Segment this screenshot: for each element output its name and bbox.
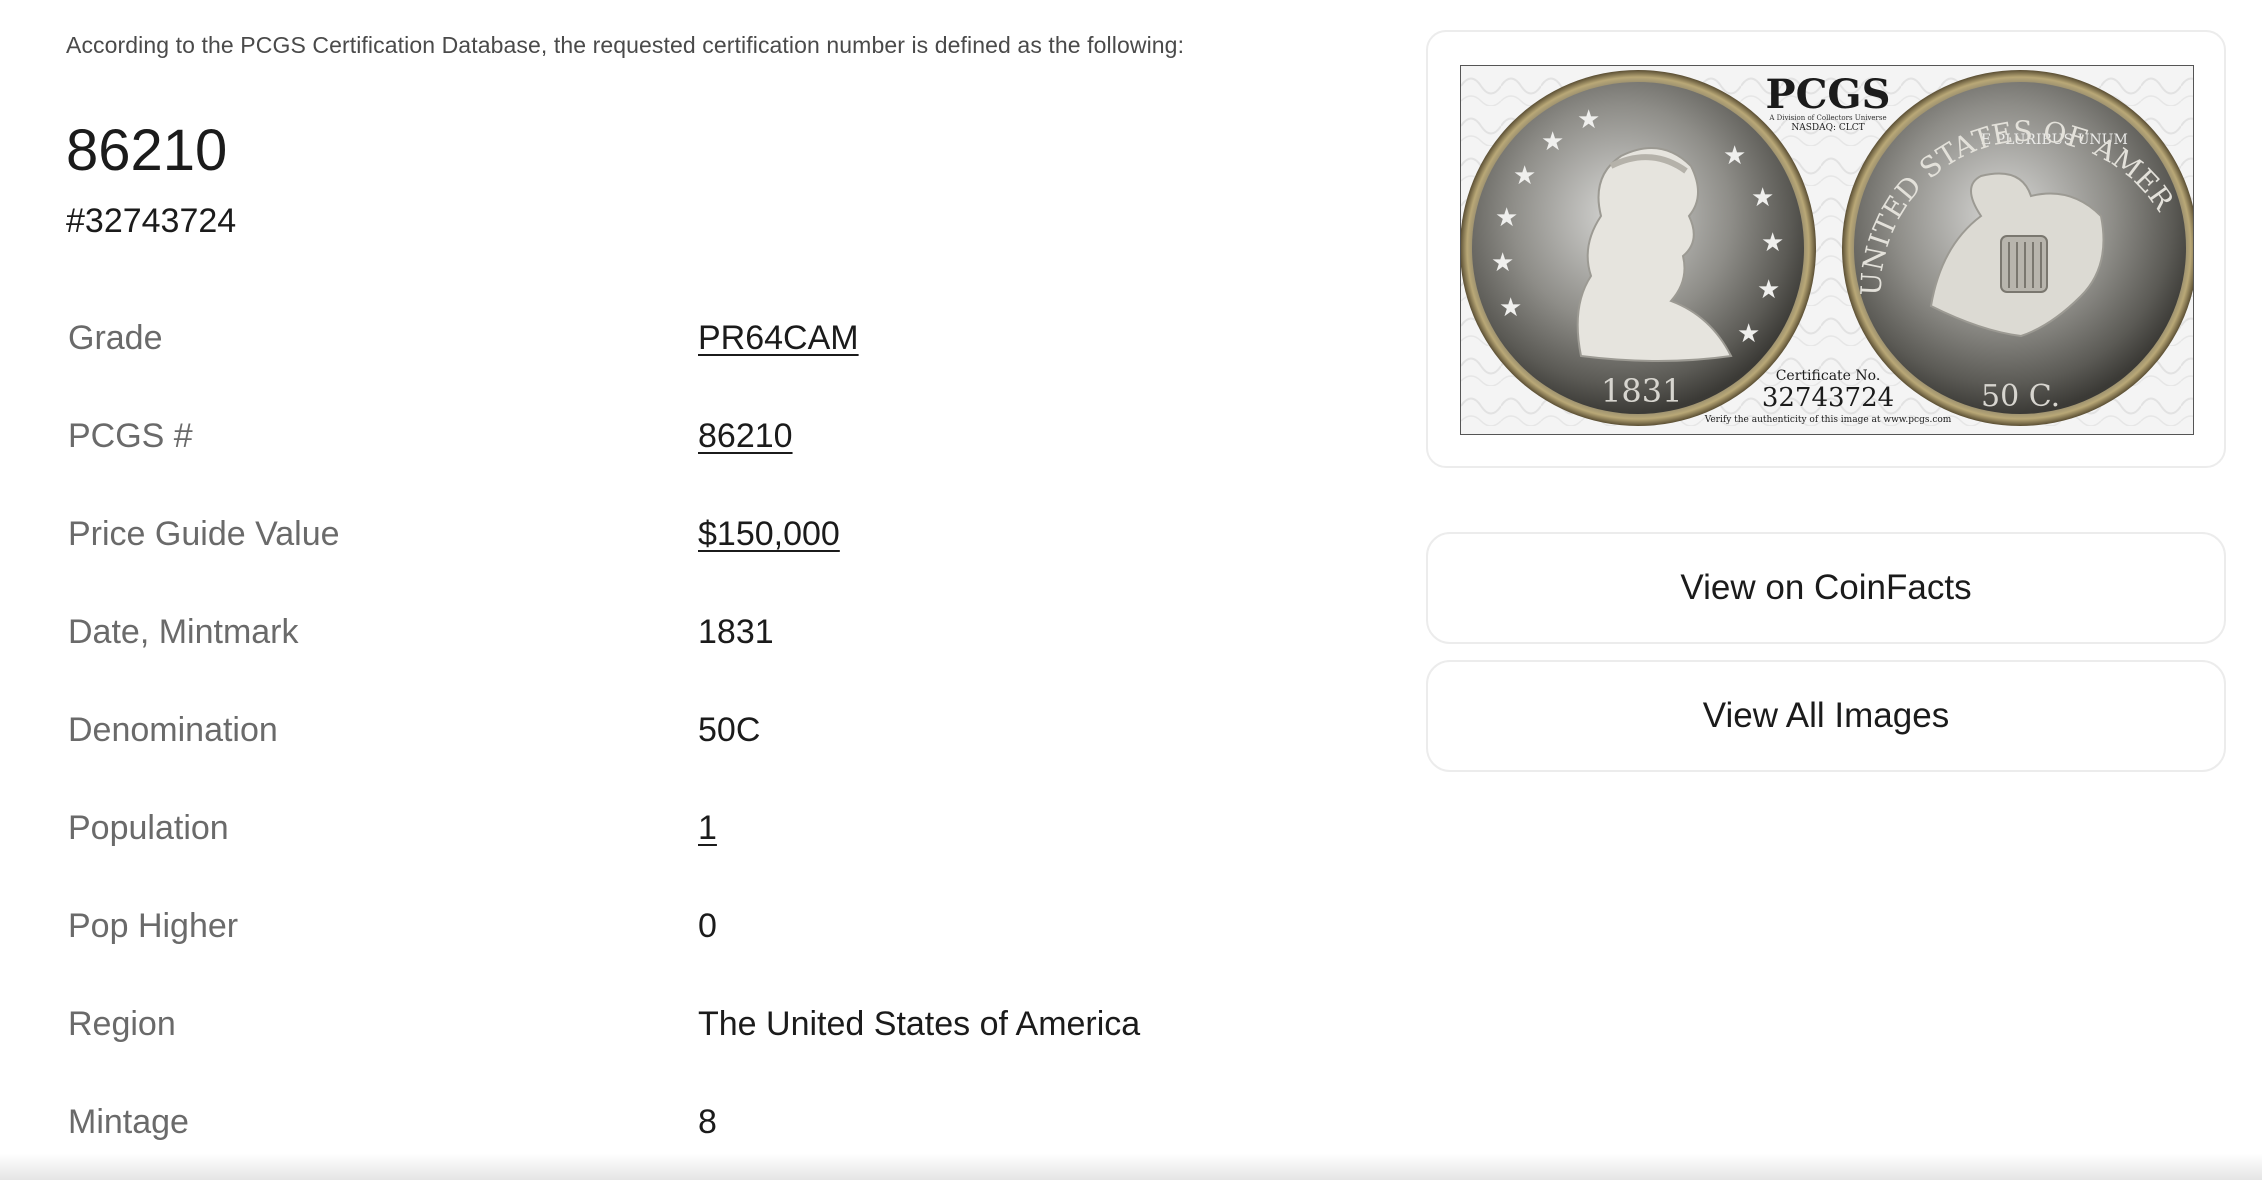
detail-row-price-guide: Price Guide Value $150,000 — [68, 485, 1268, 583]
detail-value: 0 — [698, 906, 717, 945]
detail-value: 1831 — [698, 612, 774, 651]
detail-row-pop-higher: Pop Higher 0 — [68, 877, 1268, 975]
detail-row-pcgs-number: PCGS # 86210 — [68, 387, 1268, 485]
coin-photo: ★ ★ ★ ★ ★ ★ ★ ★ ★ ★ ★ 1831 E PLURIBUS UN… — [1461, 66, 2193, 434]
cert-number-heading: 86210 — [66, 118, 228, 183]
detail-label: Grade — [68, 318, 163, 357]
svg-text:★: ★ — [1757, 275, 1780, 305]
svg-text:★: ★ — [1491, 248, 1514, 278]
svg-text:★: ★ — [1495, 203, 1518, 233]
detail-row-grade: Grade PR64CAM — [68, 289, 1268, 387]
grade-link[interactable]: PR64CAM — [698, 319, 859, 358]
view-coinfacts-button[interactable]: View on CoinFacts — [1426, 532, 2226, 644]
population-link[interactable]: 1 — [698, 809, 717, 848]
detail-label: Mintage — [68, 1102, 189, 1141]
cert-lookup-page: According to the PCGS Certification Data… — [0, 0, 2262, 1180]
coin-image-card: ★ ★ ★ ★ ★ ★ ★ ★ ★ ★ ★ 1831 E PLURIBUS UN… — [1426, 30, 2226, 468]
pcgs-sub1: A Division of Collectors Universe — [1768, 114, 1886, 122]
cert-id: #32743724 — [66, 202, 237, 240]
detail-label: Population — [68, 808, 229, 847]
svg-text:★: ★ — [1499, 293, 1522, 323]
pcgs-sub2: NASDAQ: CLCT — [1791, 123, 1864, 133]
verify-text: Verify the authenticity of this image at… — [1704, 415, 1952, 425]
detail-label: Price Guide Value — [68, 514, 340, 553]
details-table: Grade PR64CAM PCGS # 86210 Price Guide V… — [68, 289, 1268, 1171]
coin-obverse: ★ ★ ★ ★ ★ ★ ★ ★ ★ ★ ★ 1831 — [1461, 70, 1816, 426]
cert-no-value: 32743724 — [1762, 383, 1894, 413]
detail-value: 50C — [698, 710, 761, 749]
view-all-images-button[interactable]: View All Images — [1426, 660, 2226, 772]
detail-row-denomination: Denomination 50C — [68, 681, 1268, 779]
detail-value: 8 — [698, 1102, 717, 1141]
reverse-denomination: 50 C. — [1981, 379, 2060, 414]
pcgs-brand: PCGS — [1766, 71, 1891, 118]
detail-row-population: Population 1 — [68, 779, 1268, 877]
detail-value: The United States of America — [698, 1004, 1141, 1043]
intro-text: According to the PCGS Certification Data… — [66, 32, 1185, 58]
svg-text:★: ★ — [1577, 105, 1600, 135]
svg-text:★: ★ — [1723, 141, 1746, 171]
svg-text:★: ★ — [1761, 228, 1784, 258]
coin-slab-image[interactable]: ★ ★ ★ ★ ★ ★ ★ ★ ★ ★ ★ 1831 E PLURIBUS UN… — [1460, 65, 2194, 435]
detail-label: Pop Higher — [68, 906, 239, 945]
detail-label: Denomination — [68, 710, 278, 749]
price-guide-link[interactable]: $150,000 — [698, 515, 840, 554]
detail-row-date-mintmark: Date, Mintmark 1831 — [68, 583, 1268, 681]
svg-text:★: ★ — [1513, 161, 1536, 191]
detail-label: Region — [68, 1004, 176, 1043]
svg-text:★: ★ — [1737, 319, 1760, 349]
detail-row-region: Region The United States of America — [68, 975, 1268, 1073]
detail-label: PCGS # — [68, 416, 193, 455]
detail-label: Date, Mintmark — [68, 612, 299, 651]
svg-text:★: ★ — [1541, 127, 1564, 157]
pcgs-number-link[interactable]: 86210 — [698, 417, 793, 456]
bottom-fade — [0, 1154, 2262, 1180]
svg-text:★: ★ — [1751, 183, 1774, 213]
obverse-date: 1831 — [1601, 372, 1682, 410]
cert-no-label: Certificate No. — [1776, 368, 1881, 384]
